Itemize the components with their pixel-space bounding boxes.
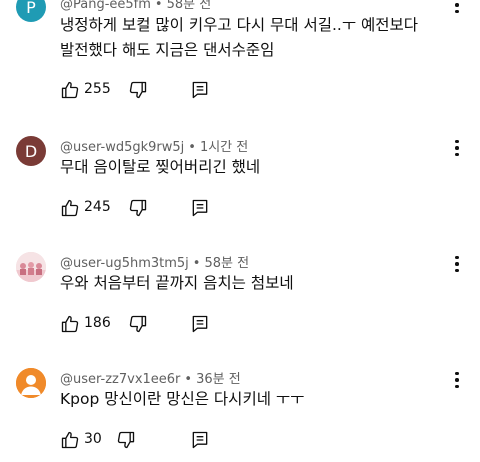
comment-actions: 245 <box>60 198 260 222</box>
more-vert-icon[interactable] <box>448 0 466 16</box>
comment-line: 무대 음이탈로 찢어버리긴 했네 <box>60 158 261 176</box>
comment-time[interactable]: 58분 전 <box>167 0 212 12</box>
avatar[interactable] <box>16 368 46 398</box>
comment-actions: 30 <box>60 430 260 454</box>
comment-time[interactable]: 58분 전 <box>204 256 249 271</box>
username[interactable]: @user-zz7vx1ee6r <box>60 372 180 387</box>
avatar-letter: D <box>24 141 38 161</box>
like-count: 30 <box>84 431 102 447</box>
avatar[interactable]: P <box>16 0 46 22</box>
reply-icon[interactable] <box>190 198 210 218</box>
username[interactable]: @user-wd5gk9rw5j <box>60 140 184 155</box>
like-count: 255 <box>84 81 111 97</box>
reply-icon[interactable] <box>190 430 210 450</box>
username[interactable]: @Pang-ee5fm <box>60 0 151 12</box>
comment-text: 무대 음이탈로 찢어버리긴 했네 <box>60 155 440 180</box>
comment-line: 냉정하게 보컬 많이 키우고 다시 무대 서길..ㅜ 예전보다 <box>60 16 419 34</box>
meta-separator: • <box>192 256 201 271</box>
more-vert-icon[interactable] <box>448 369 466 391</box>
avatar-letter: P <box>26 0 36 17</box>
meta-separator: • <box>154 0 163 12</box>
meta-separator: • <box>188 140 196 155</box>
comment-line: Kpop 망신이란 망신은 다시키네 ㅜㅜ <box>60 390 305 408</box>
thumbs-up-icon[interactable] <box>60 198 80 218</box>
reply-icon[interactable] <box>190 314 210 334</box>
thumbs-up-icon[interactable] <box>60 430 80 450</box>
meta-separator: • <box>184 372 193 387</box>
thumbs-up-icon[interactable] <box>60 80 80 100</box>
thumbs-up-icon[interactable] <box>60 314 80 334</box>
username[interactable]: @user-ug5hm3tm5j <box>60 256 189 271</box>
comment-meta: @user-ug5hm3tm5j • 58분 전 <box>60 252 249 271</box>
thumbs-down-icon[interactable] <box>116 430 136 450</box>
thumbs-down-icon[interactable] <box>128 80 148 100</box>
avatar-image <box>16 252 46 282</box>
comment-time[interactable]: 1시간 전 <box>200 140 248 155</box>
comment-line: 발전했다 해도 지금은 댄서수준임 <box>60 41 275 59</box>
comment-text: Kpop 망신이란 망신은 다시키네 ㅜㅜ <box>60 387 440 412</box>
comment-actions: 255 <box>60 80 260 104</box>
comment-time[interactable]: 36분 전 <box>196 372 241 387</box>
reply-icon[interactable] <box>190 80 210 100</box>
more-vert-icon[interactable] <box>448 137 466 159</box>
comment-meta: @Pang-ee5fm • 58분 전 <box>60 0 211 12</box>
comment-text: 냉정하게 보컬 많이 키우고 다시 무대 서길..ㅜ 예전보다 발전했다 해도 … <box>60 13 440 63</box>
avatar[interactable] <box>16 252 46 282</box>
comment-item: D @user-wd5gk9rw5j • 1시간 전 무대 음이탈로 찢어버리긴 했… <box>0 118 480 234</box>
comment-item: P @Pang-ee5fm • 58분 전 냉정하게 보컬 많이 키우고 다시 무대… <box>0 0 480 118</box>
thumbs-down-icon[interactable] <box>128 314 148 334</box>
comment-item: @user-ug5hm3tm5j • 58분 전 우와 처음부터 끝까지 음치는 첨… <box>0 234 480 350</box>
thumbs-down-icon[interactable] <box>128 198 148 218</box>
like-count: 186 <box>84 315 111 331</box>
more-vert-icon[interactable] <box>448 253 466 275</box>
comment-meta: @user-zz7vx1ee6r • 36분 전 <box>60 368 241 387</box>
like-count: 245 <box>84 199 111 215</box>
comment-item: @user-zz7vx1ee6r • 36분 전 Kpop 망신이란 망신은 다시키… <box>0 350 480 462</box>
comment-meta: @user-wd5gk9rw5j • 1시간 전 <box>60 136 248 155</box>
comment-text: 우와 처음부터 끝까지 음치는 첨보네 <box>60 271 440 296</box>
default-avatar-icon <box>16 368 46 398</box>
comment-actions: 186 <box>60 314 260 338</box>
comment-line: 우와 처음부터 끝까지 음치는 첨보네 <box>60 274 294 292</box>
avatar[interactable]: D <box>16 136 46 166</box>
